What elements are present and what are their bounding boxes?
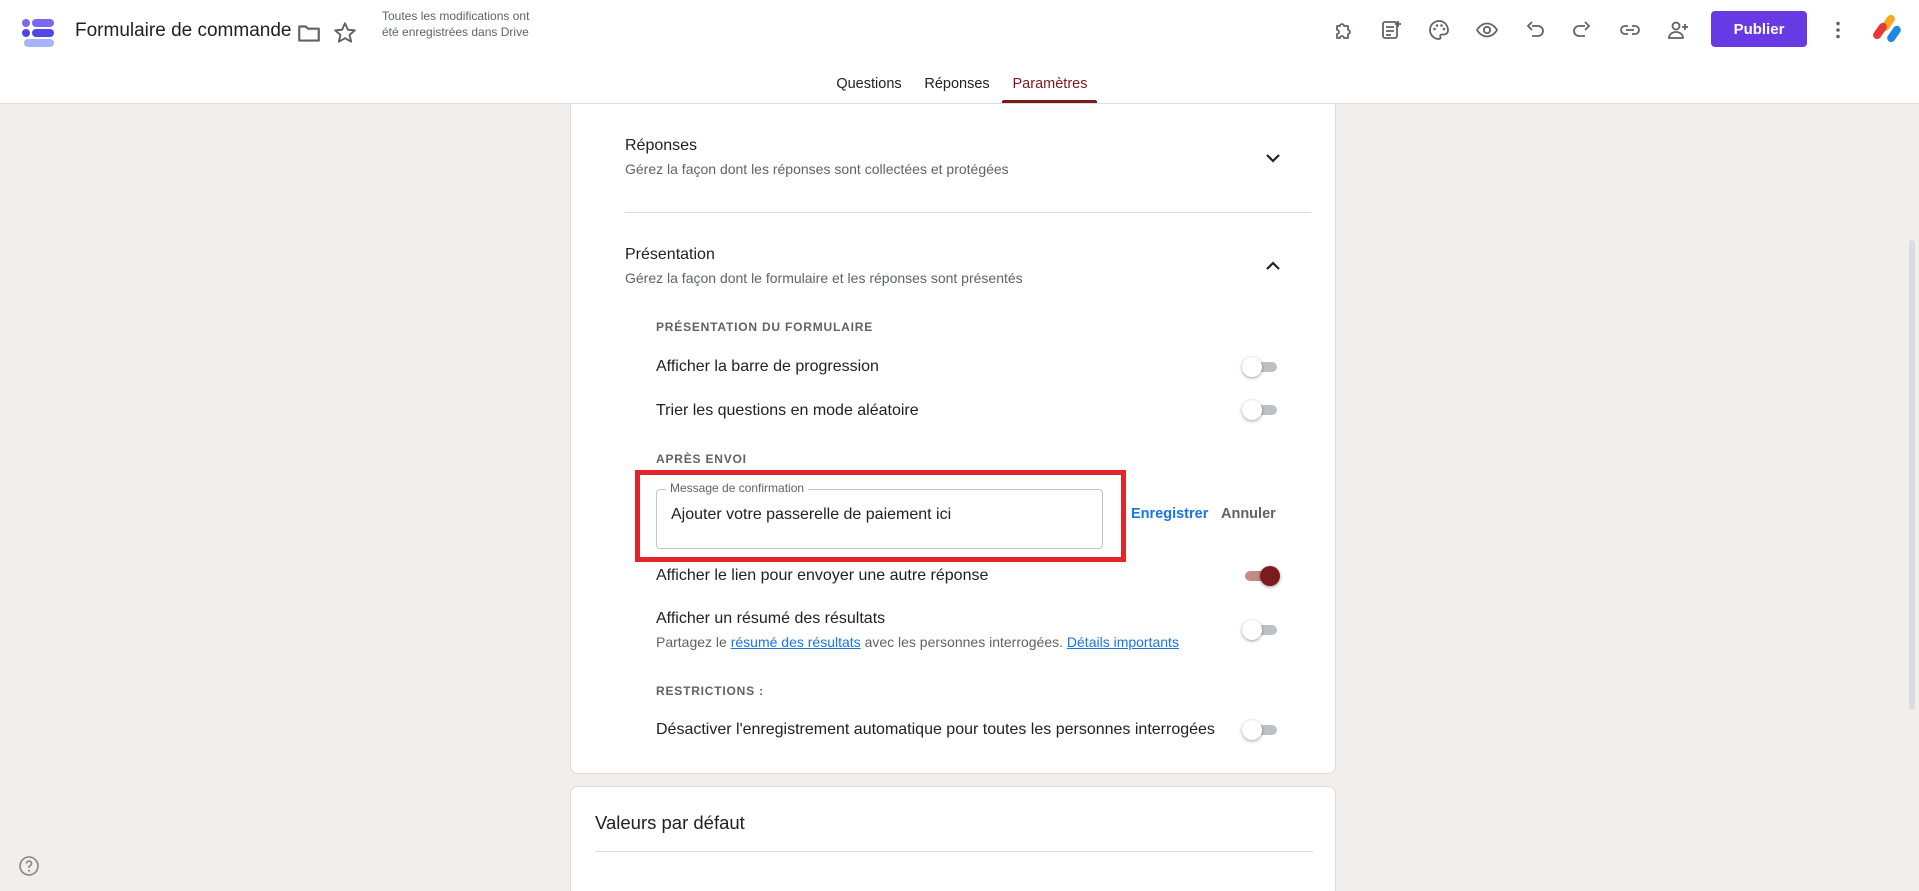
group-label-restrictions: RESTRICTIONS : (656, 684, 764, 698)
save-status: Toutes les modifications ont été enregis… (382, 9, 530, 39)
folder-icon[interactable] (296, 20, 322, 46)
palette-icon[interactable] (1423, 14, 1455, 46)
defaults-card: Valeurs par défaut (570, 786, 1336, 891)
top-bar: Formulaire de commande Toutes les modifi… (0, 0, 1919, 104)
tab-responses[interactable]: Réponses (924, 76, 990, 104)
section-title-presentation[interactable]: Présentation (625, 246, 715, 264)
group-label-after-submit: APRÈS ENVOI (656, 452, 747, 466)
eye-icon[interactable] (1471, 14, 1503, 46)
chevron-up-icon[interactable] (1261, 254, 1285, 278)
group-label-form-presentation: PRÉSENTATION DU FORMULAIRE (656, 320, 874, 334)
cancel-button[interactable]: Annuler (1221, 506, 1276, 522)
confirmation-message-label: Message de confirmation (666, 481, 809, 495)
active-tab-indicator (1002, 100, 1097, 103)
another-response-toggle[interactable] (1242, 566, 1280, 586)
save-button[interactable]: Enregistrer (1131, 506, 1208, 522)
settings-card: Réponses Gérez la façon dont les réponse… (570, 104, 1336, 774)
results-summary-link[interactable]: résumé des résultats (731, 634, 861, 650)
another-response-label: Afficher le lien pour envoyer une autre … (656, 567, 989, 584)
autosave-label: Désactiver l'enregistrement automatique … (656, 721, 1215, 738)
progress-bar-label: Afficher la barre de progression (656, 358, 879, 375)
results-summary-prefix: Partagez le (656, 634, 727, 650)
section-subtitle-responses: Gérez la façon dont les réponses sont co… (625, 161, 1009, 177)
results-summary-description: Partagez le résumé des résultats avec le… (656, 634, 1179, 650)
confirmation-message-input[interactable] (671, 503, 1091, 527)
shuffle-questions-toggle[interactable] (1242, 400, 1280, 420)
star-icon[interactable] (332, 20, 358, 46)
more-vert-icon[interactable] (1822, 14, 1854, 46)
progress-bar-toggle[interactable] (1242, 357, 1280, 377)
results-summary-middle: avec les personnes interrogées. (864, 634, 1064, 650)
scrollbar[interactable] (1909, 240, 1915, 710)
section-subtitle-presentation: Gérez la façon dont le formulaire et les… (625, 270, 1023, 286)
publish-button[interactable]: Publier (1711, 11, 1807, 47)
extension-logo-icon[interactable] (1872, 13, 1904, 45)
add-note-icon[interactable] (1375, 14, 1407, 46)
results-summary-toggle[interactable] (1242, 620, 1280, 640)
defaults-title[interactable]: Valeurs par défaut (595, 812, 745, 834)
link-icon[interactable] (1614, 14, 1646, 46)
redo-icon[interactable] (1566, 14, 1598, 46)
results-summary-label: Afficher un résumé des résultats (656, 610, 886, 627)
section-title-responses[interactable]: Réponses (625, 137, 697, 155)
document-title[interactable]: Formulaire de commande (75, 20, 291, 42)
undo-icon[interactable] (1519, 14, 1551, 46)
important-details-link[interactable]: Détails importants (1067, 634, 1179, 650)
shuffle-questions-label: Trier les questions en mode aléatoire (656, 402, 919, 419)
defaults-divider (595, 851, 1313, 852)
add-person-icon[interactable] (1662, 14, 1694, 46)
chevron-down-icon[interactable] (1261, 146, 1285, 170)
autosave-toggle[interactable] (1242, 720, 1280, 740)
puzzle-icon[interactable] (1328, 14, 1360, 46)
tab-bar: Questions Réponses Paramètres (0, 72, 1919, 104)
section-divider (625, 212, 1311, 213)
help-icon[interactable] (17, 854, 41, 878)
tab-questions[interactable]: Questions (834, 76, 904, 104)
forms-logo-icon[interactable] (20, 15, 56, 51)
